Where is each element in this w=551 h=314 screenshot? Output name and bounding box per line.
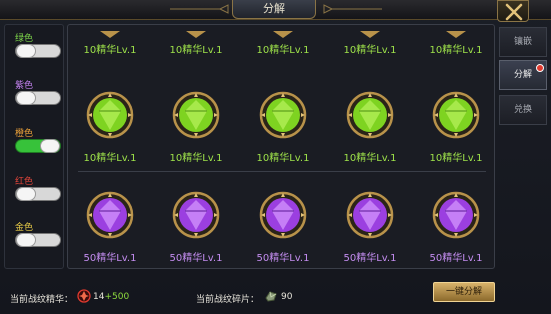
item-label: 10精华Lv.1 [343,45,397,56]
green-gem-icon [432,91,480,139]
essence-gain: +500 [104,292,130,302]
tab-label: 兑换 [513,105,532,115]
green-gem-icon [346,91,394,139]
grid-item-top-5[interactable]: 10精华Lv.1 [416,31,496,56]
toggle-knob [16,187,36,201]
toggle-knob [40,139,60,153]
tab-inlay[interactable]: 镶嵌 [499,27,547,57]
purple-gem-item-5[interactable]: 50精华Lv.1 [416,191,496,264]
close-icon [505,3,523,21]
tab-label: 镶嵌 [513,37,532,47]
bottom-bar: 当前战纹精华： 14+500 当前战纹碎片： 90 一键分解 [0,274,551,314]
filter-purple: 紫色 [15,78,61,105]
filter-orange-toggle[interactable] [15,139,61,153]
chevron-down-icon [360,31,380,38]
quality-filter-panel: 绿色 紫色 橙色 红色 金色 [4,24,64,269]
essence-icon [77,289,91,303]
essence-value: 14 [93,292,105,302]
item-label: 50精华Lv.1 [83,253,137,264]
grid-item-top-3[interactable]: 10精华Lv.1 [243,31,323,56]
filter-red-toggle[interactable] [15,187,61,201]
green-gem-icon [259,91,307,139]
green-gem-item-3[interactable]: 10精华Lv.1 [243,91,323,164]
purple-gem-item-2[interactable]: 50精华Lv.1 [156,191,236,264]
item-label: 10精华Lv.1 [83,45,137,56]
item-label: 10精华Lv.1 [343,153,397,164]
chevron-down-icon [186,31,206,38]
window-title: 分解 [232,0,316,19]
green-gem-item-4[interactable]: 10精华Lv.1 [330,91,410,164]
essence-label: 当前战纹精华： [10,295,74,305]
chevron-down-icon [100,31,120,38]
tab-label: 分解 [513,70,532,80]
filter-label: 金色 [15,223,34,233]
purple-gem-icon [432,191,480,239]
chevron-down-icon [273,31,293,38]
purple-gem-icon [346,191,394,239]
green-gem-icon [86,91,134,139]
item-label: 50精华Lv.1 [429,253,483,264]
grid-item-top-1[interactable]: 10精华Lv.1 [70,31,150,56]
filter-gold: 金色 [15,220,61,247]
filter-orange: 橙色 [15,126,61,153]
item-label: 50精华Lv.1 [343,253,397,264]
shard-icon [265,291,277,302]
green-gem-icon [172,91,220,139]
filter-green-toggle[interactable] [15,44,61,58]
item-label: 10精华Lv.1 [429,45,483,56]
green-gem-item-1[interactable]: 10精华Lv.1 [70,91,150,164]
grid-item-top-2[interactable]: 10精华Lv.1 [156,31,236,56]
toggle-knob [16,91,36,105]
purple-gem-item-1[interactable]: 50精华Lv.1 [70,191,150,264]
purple-gem-item-3[interactable]: 50精华Lv.1 [243,191,323,264]
filter-red: 红色 [15,174,61,201]
decompose-window: 分解 绿色 紫色 橙色 红色 金色 10精华Lv.1 10精华Lv.1 10精华… [0,0,551,314]
gem-grid-panel: 10精华Lv.1 10精华Lv.1 10精华Lv.1 10精华Lv.1 10精华… [67,24,495,269]
purple-gem-icon [259,191,307,239]
shards-label: 当前战纹碎片： [196,295,260,305]
item-label: 50精华Lv.1 [169,253,223,264]
filter-label: 紫色 [15,81,34,91]
item-label: 10精华Lv.1 [256,45,310,56]
grid-item-top-4[interactable]: 10精华Lv.1 [330,31,410,56]
decompose-all-button[interactable]: 一键分解 [433,282,495,302]
tab-exchange[interactable]: 兑换 [499,95,547,125]
decompose-all-label: 一键分解 [445,287,482,297]
shards-value: 90 [281,292,293,302]
item-label: 10精华Lv.1 [429,153,483,164]
green-gem-item-2[interactable]: 10精华Lv.1 [156,91,236,164]
green-gem-item-5[interactable]: 10精华Lv.1 [416,91,496,164]
filter-gold-toggle[interactable] [15,233,61,247]
purple-gem-icon [86,191,134,239]
tab-decompose[interactable]: 分解 [499,60,547,90]
title-ornament-left [170,4,229,14]
title-bar: 分解 [0,0,551,22]
row-divider [78,171,486,172]
toggle-knob [16,233,36,247]
purple-gem-item-4[interactable]: 50精华Lv.1 [330,191,410,264]
item-label: 10精华Lv.1 [256,153,310,164]
notification-badge [536,64,544,72]
item-label: 10精华Lv.1 [169,45,223,56]
purple-gem-icon [172,191,220,239]
item-label: 10精华Lv.1 [169,153,223,164]
filter-purple-toggle[interactable] [15,91,61,105]
filter-label: 绿色 [15,34,34,44]
item-label: 50精华Lv.1 [256,253,310,264]
close-button[interactable] [497,0,529,22]
filter-label: 橙色 [15,129,34,139]
title-ornament-right [323,4,382,14]
toggle-knob [16,44,36,58]
chevron-down-icon [446,31,466,38]
filter-green: 绿色 [15,31,61,58]
filter-label: 红色 [15,177,34,187]
item-label: 10精华Lv.1 [83,153,137,164]
